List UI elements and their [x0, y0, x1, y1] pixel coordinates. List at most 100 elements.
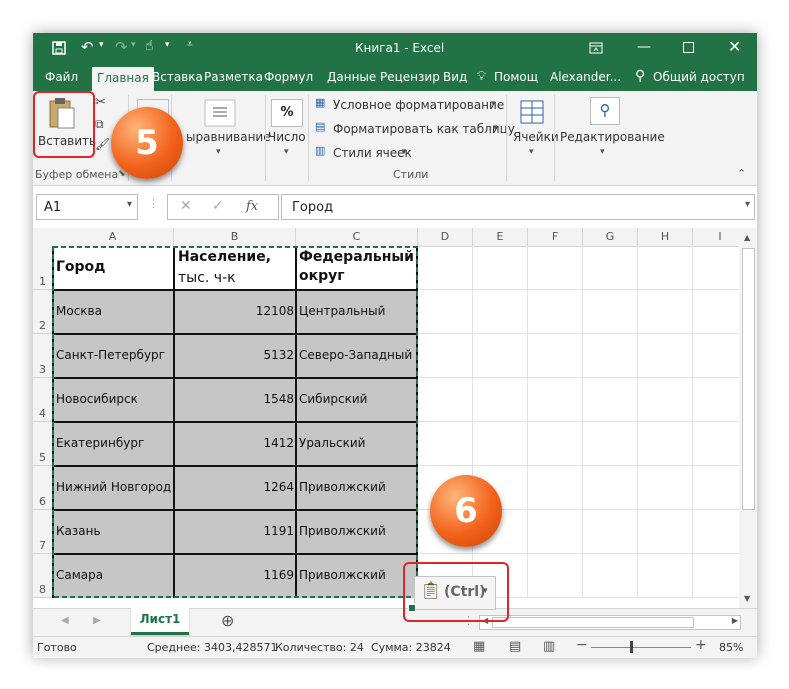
redo-icon[interactable]: ↷: [115, 38, 128, 56]
tab-layout[interactable]: Разметка: [204, 70, 263, 84]
header-population[interactable]: Население,: [178, 249, 271, 265]
editing-icon[interactable]: ⚲: [590, 97, 620, 125]
formula-input[interactable]: Город ▾: [281, 194, 755, 220]
copy-icon[interactable]: ⧉: [95, 117, 104, 132]
conditional-format-button[interactable]: Условное форматирование: [333, 98, 504, 112]
table-cell-city[interactable]: Новосибирск: [56, 392, 138, 406]
row-header[interactable]: 6: [33, 466, 53, 510]
table-cell-district[interactable]: Северо-Западный: [299, 348, 412, 362]
cancel-icon[interactable]: ✕: [180, 198, 192, 214]
header-district-2[interactable]: округ: [299, 268, 345, 284]
cell-styles-button[interactable]: Стили ячеек: [333, 146, 412, 160]
redo-dropdown-icon[interactable]: ▾: [131, 40, 136, 50]
undo-icon[interactable]: ↶: [81, 38, 94, 56]
close-icon[interactable]: ✕: [728, 37, 741, 56]
cells-label[interactable]: Ячейки: [513, 130, 559, 144]
conditional-format-icon[interactable]: ▦: [315, 96, 325, 109]
sheet-tab-list1[interactable]: Лист1: [131, 608, 189, 635]
vertical-scrollbar[interactable]: ▲ ▼: [739, 228, 757, 608]
collapse-ribbon-icon[interactable]: ⌃: [737, 167, 746, 180]
name-box[interactable]: A1 ▾: [36, 194, 138, 220]
header-population-unit[interactable]: тыс. ч-к: [178, 270, 236, 286]
customize-toolbar-icon[interactable]: ⩡: [187, 39, 193, 50]
table-cell-pop[interactable]: 1191: [176, 524, 294, 538]
tab-data[interactable]: Данные: [327, 70, 376, 84]
spreadsheet-grid[interactable]: A B C D E F G H I 1 2 3 4 5 6 7 8 9: [33, 228, 739, 598]
ribbon-display-icon[interactable]: [589, 42, 603, 54]
cut-icon[interactable]: ✂: [95, 95, 106, 110]
sheet-prev-icon[interactable]: ◀: [61, 615, 69, 626]
table-cell-pop[interactable]: 1264: [176, 480, 294, 494]
table-cell-city[interactable]: Самара: [56, 568, 103, 582]
row-header[interactable]: 3: [33, 334, 53, 378]
table-cell-district[interactable]: Уральский: [299, 436, 365, 450]
editing-label[interactable]: Редактирование: [560, 130, 665, 144]
row-header[interactable]: 1: [33, 246, 53, 290]
row-header[interactable]: 2: [33, 290, 53, 334]
undo-dropdown-icon[interactable]: ▾: [99, 40, 104, 50]
tab-insert[interactable]: Вставка: [152, 70, 203, 84]
cells-dropdown-icon[interactable]: ▾: [529, 147, 534, 157]
table-cell-city[interactable]: Москва: [56, 304, 102, 318]
table-cell-pop[interactable]: 1548: [176, 392, 294, 406]
tab-file[interactable]: Файл: [45, 70, 78, 84]
editing-dropdown-icon[interactable]: ▾: [600, 147, 605, 157]
header-district[interactable]: Федеральный: [299, 249, 414, 265]
table-cell-city[interactable]: Нижний Новгород: [56, 480, 171, 494]
table-cell-district[interactable]: Сибирский: [299, 392, 367, 406]
format-table-dropdown-icon[interactable]: ▾: [493, 123, 498, 133]
insert-function-icon[interactable]: fx: [246, 199, 258, 214]
table-cell-district[interactable]: Приволжский: [299, 524, 386, 538]
conditional-format-dropdown-icon[interactable]: ▾: [491, 99, 496, 109]
format-painter-icon[interactable]: 🖌︎: [95, 137, 110, 151]
zoom-level[interactable]: 85%: [719, 641, 743, 654]
page-break-view-icon[interactable]: ▥: [543, 639, 555, 654]
tab-review[interactable]: Рецензир: [380, 70, 440, 84]
table-cell-city[interactable]: Казань: [56, 524, 101, 538]
horizontal-scroll-thumb[interactable]: [492, 617, 694, 628]
horizontal-scrollbar[interactable]: ◀ ▶: [479, 615, 741, 630]
column-header-f[interactable]: F: [528, 228, 583, 247]
minimize-icon[interactable]: —: [637, 39, 651, 55]
normal-view-icon[interactable]: ▦: [473, 639, 485, 654]
row-header[interactable]: 8: [33, 554, 53, 598]
share-button[interactable]: Общий доступ: [653, 70, 745, 84]
table-cell-district[interactable]: Центральный: [299, 304, 385, 318]
table-cell-pop[interactable]: 1169: [176, 568, 294, 582]
add-sheet-icon[interactable]: ⊕: [221, 611, 234, 630]
column-header-b[interactable]: B: [174, 228, 296, 247]
touch-mode-icon[interactable]: ☝: [145, 38, 154, 54]
zoom-slider-thumb[interactable]: [630, 641, 633, 653]
scroll-down-icon[interactable]: ▼: [744, 594, 750, 603]
alignment-label[interactable]: ыравнивание: [186, 130, 271, 144]
table-cell-pop[interactable]: 1412: [176, 436, 294, 450]
sheet-next-icon[interactable]: ▶: [93, 615, 101, 626]
cells-icon[interactable]: [519, 99, 545, 125]
table-cell-pop[interactable]: 12108: [176, 304, 294, 318]
number-format-icon[interactable]: %: [271, 99, 303, 127]
column-header-h[interactable]: H: [638, 228, 693, 247]
format-as-table-button[interactable]: Форматировать как таблицу: [333, 122, 515, 136]
column-header-a[interactable]: A: [52, 228, 174, 247]
tab-view[interactable]: Вид: [443, 70, 467, 84]
alignment-dropdown-icon[interactable]: ▾: [216, 147, 221, 157]
column-header-d[interactable]: D: [418, 228, 473, 247]
table-cell-city[interactable]: Екатеринбург: [56, 436, 144, 450]
row-header[interactable]: 5: [33, 422, 53, 466]
table-cell-pop[interactable]: 5132: [176, 348, 294, 362]
account-name[interactable]: Alexander...: [550, 70, 621, 84]
cell-styles-dropdown-icon[interactable]: ▾: [402, 147, 407, 157]
zoom-out-icon[interactable]: −: [576, 637, 588, 653]
tab-home[interactable]: Главная: [92, 67, 154, 91]
save-icon[interactable]: [51, 40, 67, 56]
select-all-corner[interactable]: [33, 228, 53, 247]
number-label[interactable]: Число: [268, 130, 306, 144]
column-header-g[interactable]: G: [583, 228, 638, 247]
number-dropdown-icon[interactable]: ▾: [284, 147, 289, 157]
row-header[interactable]: 4: [33, 378, 53, 422]
scroll-right-icon[interactable]: ▶: [732, 616, 738, 625]
name-box-dropdown-icon[interactable]: ▾: [127, 199, 132, 210]
format-table-icon[interactable]: ▤: [315, 120, 325, 133]
page-layout-view-icon[interactable]: ▤: [509, 639, 521, 654]
alignment-icon[interactable]: [204, 99, 236, 127]
